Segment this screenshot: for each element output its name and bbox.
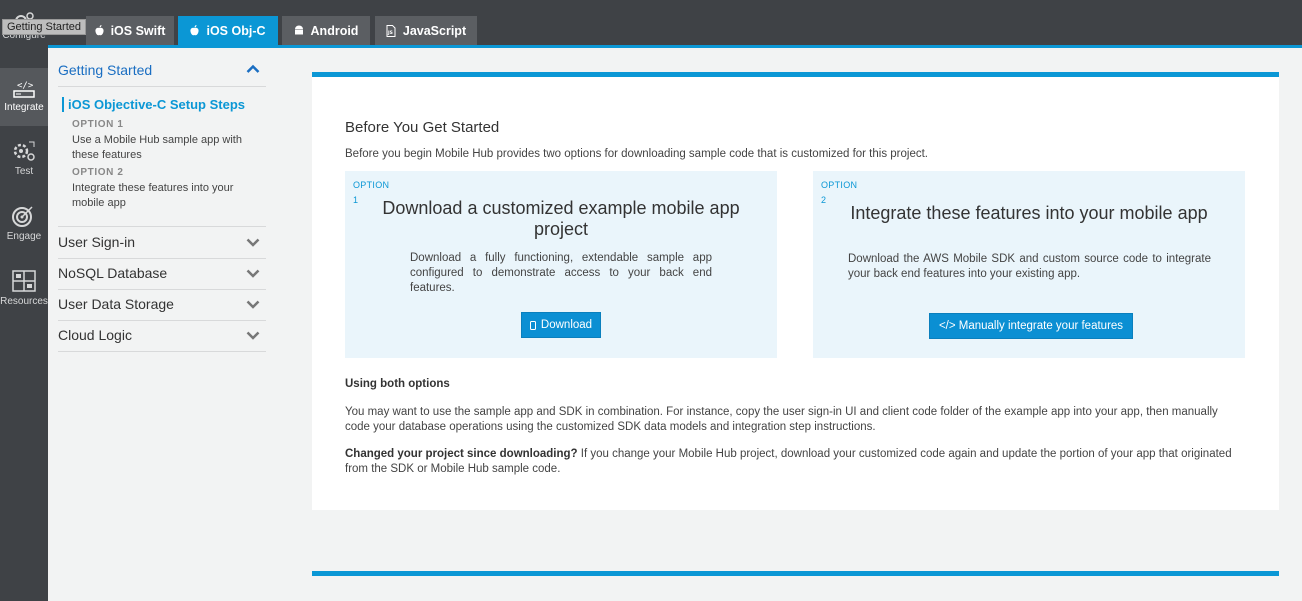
- option2-panel: OPTION 2 Integrate these features into y…: [813, 171, 1245, 358]
- apple-icon: [94, 25, 104, 36]
- js-file-icon: JS: [386, 24, 396, 37]
- svg-text:JS: JS: [387, 30, 393, 36]
- tab-javascript[interactable]: JS JavaScript: [375, 16, 477, 45]
- setup-steps-title[interactable]: iOS Objective-C Setup Steps: [62, 97, 245, 112]
- rail-label-test: Test: [14, 166, 34, 177]
- grid-icon: [12, 270, 36, 292]
- nav-option2-link[interactable]: Integrate these features into your mobil…: [72, 181, 262, 211]
- option1-description: Download a fully functioning, extendable…: [410, 252, 712, 294]
- nav-item-label: User Data Storage: [58, 296, 174, 312]
- option2-description: Download the AWS Mobile SDK and custom s…: [848, 253, 1211, 280]
- phone-icon: [529, 320, 536, 330]
- divider: [58, 86, 266, 87]
- nav-item-cloud-logic[interactable]: Cloud Logic: [58, 320, 266, 351]
- option1-panel: OPTION 1 Download a customized example m…: [345, 171, 777, 358]
- download-button[interactable]: Download: [521, 312, 601, 338]
- tab-label: iOS Swift: [110, 23, 166, 38]
- rail-item-integrate[interactable]: </> Integrate: [0, 68, 48, 126]
- target-icon: [12, 206, 33, 227]
- nav-option2-label: OPTION 2: [72, 167, 124, 178]
- rail-label-integrate: Integrate: [4, 102, 44, 113]
- nav-item-user-data-storage[interactable]: User Data Storage: [58, 289, 266, 320]
- code-device-icon: </>: [13, 81, 35, 98]
- manually-integrate-button[interactable]: </> Manually integrate your features: [929, 313, 1133, 339]
- chevron-down-icon: [246, 238, 260, 247]
- option1-number: 1: [353, 195, 359, 205]
- svg-text:</>: </>: [17, 81, 34, 91]
- rail-item-test[interactable]: Test: [0, 138, 48, 184]
- tab-ios-swift[interactable]: iOS Swift: [86, 16, 174, 45]
- tooltip: Getting Started: [2, 19, 86, 35]
- option2-label: OPTION: [821, 180, 858, 190]
- rail-item-resources[interactable]: Resources: [0, 268, 48, 314]
- nav-item-label: NoSQL Database: [58, 265, 168, 281]
- nav-item-user-sign-in[interactable]: User Sign-in: [58, 227, 266, 258]
- tab-label: Android: [310, 23, 359, 38]
- section-subtitle: Before you begin Mobile Hub provides two…: [345, 148, 928, 160]
- content-card: Before You Get Started Before you begin …: [312, 72, 1279, 576]
- nav-option1-link[interactable]: Use a Mobile Hub sample app with these f…: [72, 133, 262, 163]
- apple-icon: [190, 25, 200, 36]
- manually-integrate-button-label: </> Manually integrate your features: [938, 320, 1124, 332]
- both-options-text: You may want to use the sample app and S…: [345, 406, 1218, 433]
- chevron-down-icon: [246, 300, 260, 309]
- both-options-heading: Using both options: [345, 378, 450, 390]
- rail-label-resources: Resources: [0, 296, 48, 307]
- nav-header-getting-started[interactable]: Getting Started: [58, 62, 266, 78]
- card-footer: [312, 510, 1279, 571]
- option2-title: Integrate these features into your mobil…: [850, 203, 1208, 223]
- rail-label-engage: Engage: [6, 231, 42, 242]
- step-navigation: Getting Started iOS Objective-C Setup St…: [48, 48, 266, 601]
- nav-item-label: Cloud Logic: [58, 327, 132, 343]
- nav-item-label: User Sign-in: [58, 234, 136, 250]
- android-icon: [294, 25, 303, 35]
- tab-android[interactable]: Android: [282, 16, 370, 45]
- changed-project-note: Changed your project since downloading? …: [345, 447, 1245, 477]
- chevron-down-icon: [246, 331, 260, 340]
- nav-item-nosql-database[interactable]: NoSQL Database: [58, 258, 266, 289]
- divider: [58, 351, 266, 352]
- option1-title: Download a customized example mobile app…: [382, 198, 740, 239]
- left-rail: Configure </> Integrate Test Engage Reso…: [0, 0, 48, 601]
- option1-label: OPTION: [353, 180, 390, 190]
- nav-header-label: Getting Started: [58, 62, 153, 78]
- nav-option1-label: OPTION 1: [72, 119, 124, 130]
- chevron-up-icon: [246, 64, 260, 73]
- tab-ios-objc[interactable]: iOS Obj-C: [178, 16, 278, 45]
- tab-label: iOS Obj-C: [206, 23, 266, 38]
- changed-project-bold: Changed your project since downloading?: [345, 448, 578, 460]
- tab-label: JavaScript: [402, 23, 467, 38]
- chevron-down-icon: [246, 269, 260, 278]
- download-button-label: Download: [540, 319, 593, 331]
- section-title: Before You Get Started: [345, 119, 500, 136]
- rail-item-engage[interactable]: Engage: [0, 203, 48, 249]
- test-gears-icon: [13, 141, 35, 161]
